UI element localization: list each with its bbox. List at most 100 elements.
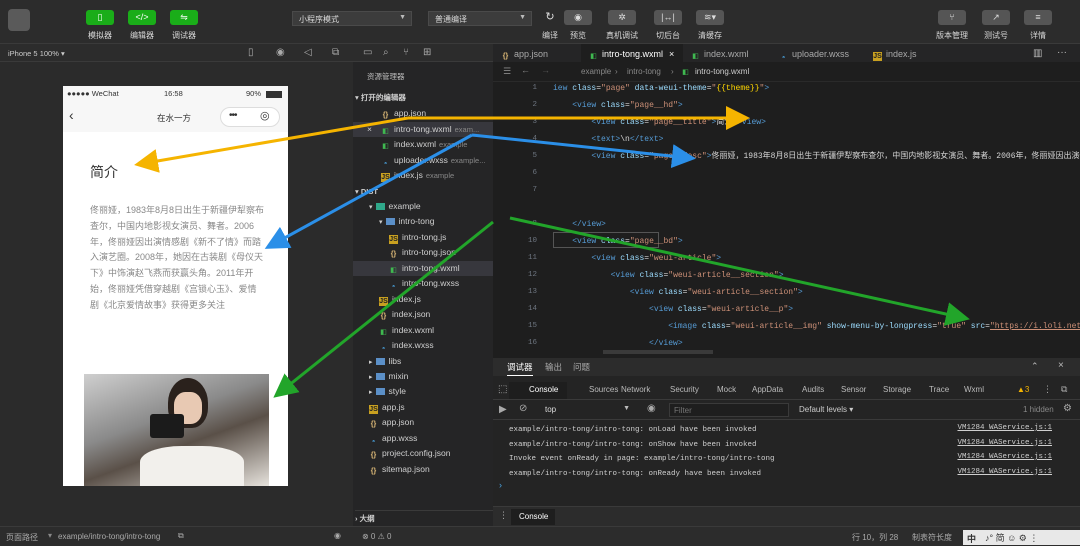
background-button[interactable]: |↔| 切后台 [650,10,686,41]
devtools-tab-network[interactable]: Network [621,385,650,394]
clear-cache-button[interactable]: ≋▾ 清缓存 [692,10,728,41]
open-editor-item[interactable]: {} app.json [353,106,493,121]
log-levels-select[interactable]: Default levels ▾ [799,405,853,414]
devtools-tab-audits[interactable]: Audits [802,385,824,394]
code-line[interactable]: <view class="weui-article__p"> [553,301,793,318]
window-icon[interactable]: ⧉ [332,47,339,58]
files-icon[interactable]: ▭ [363,47,372,58]
close-icon[interactable]: × [669,49,674,59]
remote-debug-button[interactable]: ✲ 真机调试 [604,10,640,41]
open-editor-item[interactable]: JS index.js example [353,168,493,183]
devtools-tab-wxml[interactable]: Wxml [964,385,984,394]
eye-icon[interactable]: ◉ [647,403,656,414]
file-item[interactable]: ₃ app.wxss [353,431,493,446]
ime-toolbar[interactable]: 中 ♪° 简 ☺ ⚙ ⋮ [963,530,1080,545]
back-arrow-icon[interactable]: ‹ [69,107,74,123]
sidebar-toggle-icon[interactable]: ▶ [499,404,507,415]
clear-console-icon[interactable]: ⊘ [519,403,527,414]
back-nav-icon[interactable]: ← [521,65,530,75]
code-line[interactable]: <view class="page__desc">佟丽娅，1983年8月8日出生… [553,148,1080,165]
devtools-tab-console[interactable]: Console [529,385,558,394]
horizontal-scrollbar[interactable] [603,350,713,354]
folder-item[interactable]: ▸ style [353,384,493,399]
file-item[interactable]: ◧ intro-tong.wxml [353,260,493,276]
forward-nav-icon[interactable]: → [541,65,550,75]
tab-index-js[interactable]: JS index.js [865,44,955,64]
device-select[interactable]: iPhone 5 100% ▾ [8,49,65,58]
dock-icon[interactable]: ⧉ [1061,384,1067,395]
dist-header[interactable]: ▾ DIST [355,184,378,199]
split-editor-icon[interactable]: ▥ [1033,48,1042,59]
tab-size[interactable]: 制表符长度 [912,532,952,543]
mode-select[interactable]: 小程序模式 ▼ [292,11,412,26]
collapse-icon[interactable]: ⌃ [1031,361,1039,372]
dropdown-icon[interactable]: ▾ [48,531,52,540]
folder-item[interactable]: ▸ libs [353,354,493,369]
more-actions-icon[interactable]: ··· [1057,47,1067,58]
devtools-tab-trace[interactable]: Trace [929,385,949,394]
file-item[interactable]: {} index.json [353,307,493,322]
open-editor-item[interactable]: ₃ uploader.wxss example... [353,153,493,168]
test-account-button[interactable]: ↗ 测试号 [978,10,1014,41]
close-circle-icon[interactable]: ◎ [260,109,270,122]
file-item[interactable]: ₃ index.wxss [353,338,493,353]
tab-output[interactable]: 输出 [545,358,562,376]
drawer-menu-icon[interactable]: ⋮ [499,510,508,521]
file-item[interactable]: JS app.js [353,400,493,415]
open-editor-item[interactable]: × ◧ intro-tong.wxml exam... [353,121,493,137]
devtools-tab-sensor[interactable]: Sensor [841,385,866,394]
code-line[interactable]: <view class="weui-article"> [553,250,721,267]
file-item[interactable]: JS index.js [353,292,493,307]
console-log-source[interactable]: VM1284 WAService.js:1 [957,468,1052,476]
compile-select[interactable]: 普通编译 ▼ [428,11,532,26]
file-item[interactable]: ₃ intro-tong.wxss [353,276,493,291]
code-line[interactable]: <view class="weui-article__section"> [553,284,803,301]
code-line[interactable]: <view class="page__hd"> [553,97,682,114]
drawer-tab-console[interactable]: Console [511,509,555,525]
code-line[interactable]: </view> [553,216,606,233]
code-line[interactable]: <text>\n</text> [553,131,663,148]
problems-count[interactable]: ⊗ 0 ⚠ 0 [362,532,391,541]
extensions-icon[interactable]: ⊞ [423,47,431,58]
warning-count[interactable]: ▲3 [1017,385,1029,394]
code-line[interactable]: <view class="page__bd"> [553,233,682,250]
close-icon[interactable]: × [367,122,372,137]
search-icon[interactable]: ⌕ [383,47,389,58]
article-image[interactable] [84,374,269,486]
capsule-menu[interactable]: ••• ◎ [220,107,280,127]
copy-icon[interactable]: ⧉ [178,531,184,541]
console-prompt-icon[interactable]: › [499,480,502,490]
context-select[interactable]: top ▼ [539,403,635,418]
devtools-tab-security[interactable]: Security [670,385,699,394]
more-icon[interactable]: ••• [229,110,237,121]
console-log-source[interactable]: VM1284 WAService.js:1 [957,439,1052,447]
code-line[interactable]: iew class="page" data-weui-theme="{{them… [553,80,769,97]
console-log-source[interactable]: VM1284 WAService.js:1 [957,453,1052,461]
back-icon[interactable]: ◁ [304,47,312,58]
open-editors-header[interactable]: ▾ 打开的编辑器 [355,90,406,105]
file-item[interactable]: JS intro-tong.js [353,230,493,245]
inspect-icon[interactable]: ⬚ [498,384,507,395]
debugger-toggle-button[interactable]: ⇋ 调试器 [166,10,202,41]
file-item[interactable]: ◧ index.wxml [353,323,493,338]
eye-icon[interactable]: ◉ [334,531,341,540]
simulator-toggle-button[interactable]: ▯ 模拟器 [82,10,118,41]
source-control-icon[interactable]: ⑂ [403,47,409,58]
folder-item[interactable]: ▸ mixin [353,369,493,384]
tab-app-json[interactable]: {} app.json [493,44,581,64]
tab-problems[interactable]: 问题 [573,358,590,376]
tab-debugger[interactable]: 调试器 [507,358,533,376]
devtools-tab-appdata[interactable]: AppData [752,385,783,394]
code-line[interactable]: <view class="page__title">简介</view> [553,114,766,131]
cursor-position[interactable]: 行 10，列 28 [852,532,898,543]
details-button[interactable]: ≡ 详情 [1020,10,1056,41]
console-log-source[interactable]: VM1284 WAService.js:1 [957,424,1052,432]
device-icon[interactable]: ▯ [248,47,254,58]
list-icon[interactable]: ☰ [503,66,511,77]
outline-header[interactable]: › 大纲 [355,510,493,525]
gear-icon[interactable]: ⚙ [1063,403,1072,414]
code-editor[interactable]: ☰ ← → example › intro-tong › ◧ intro-ton… [493,62,1080,354]
editor-toggle-button[interactable]: </> 编辑器 [124,10,160,41]
devtools-tab-mock[interactable]: Mock [717,385,736,394]
record-icon[interactable]: ◉ [276,47,285,58]
